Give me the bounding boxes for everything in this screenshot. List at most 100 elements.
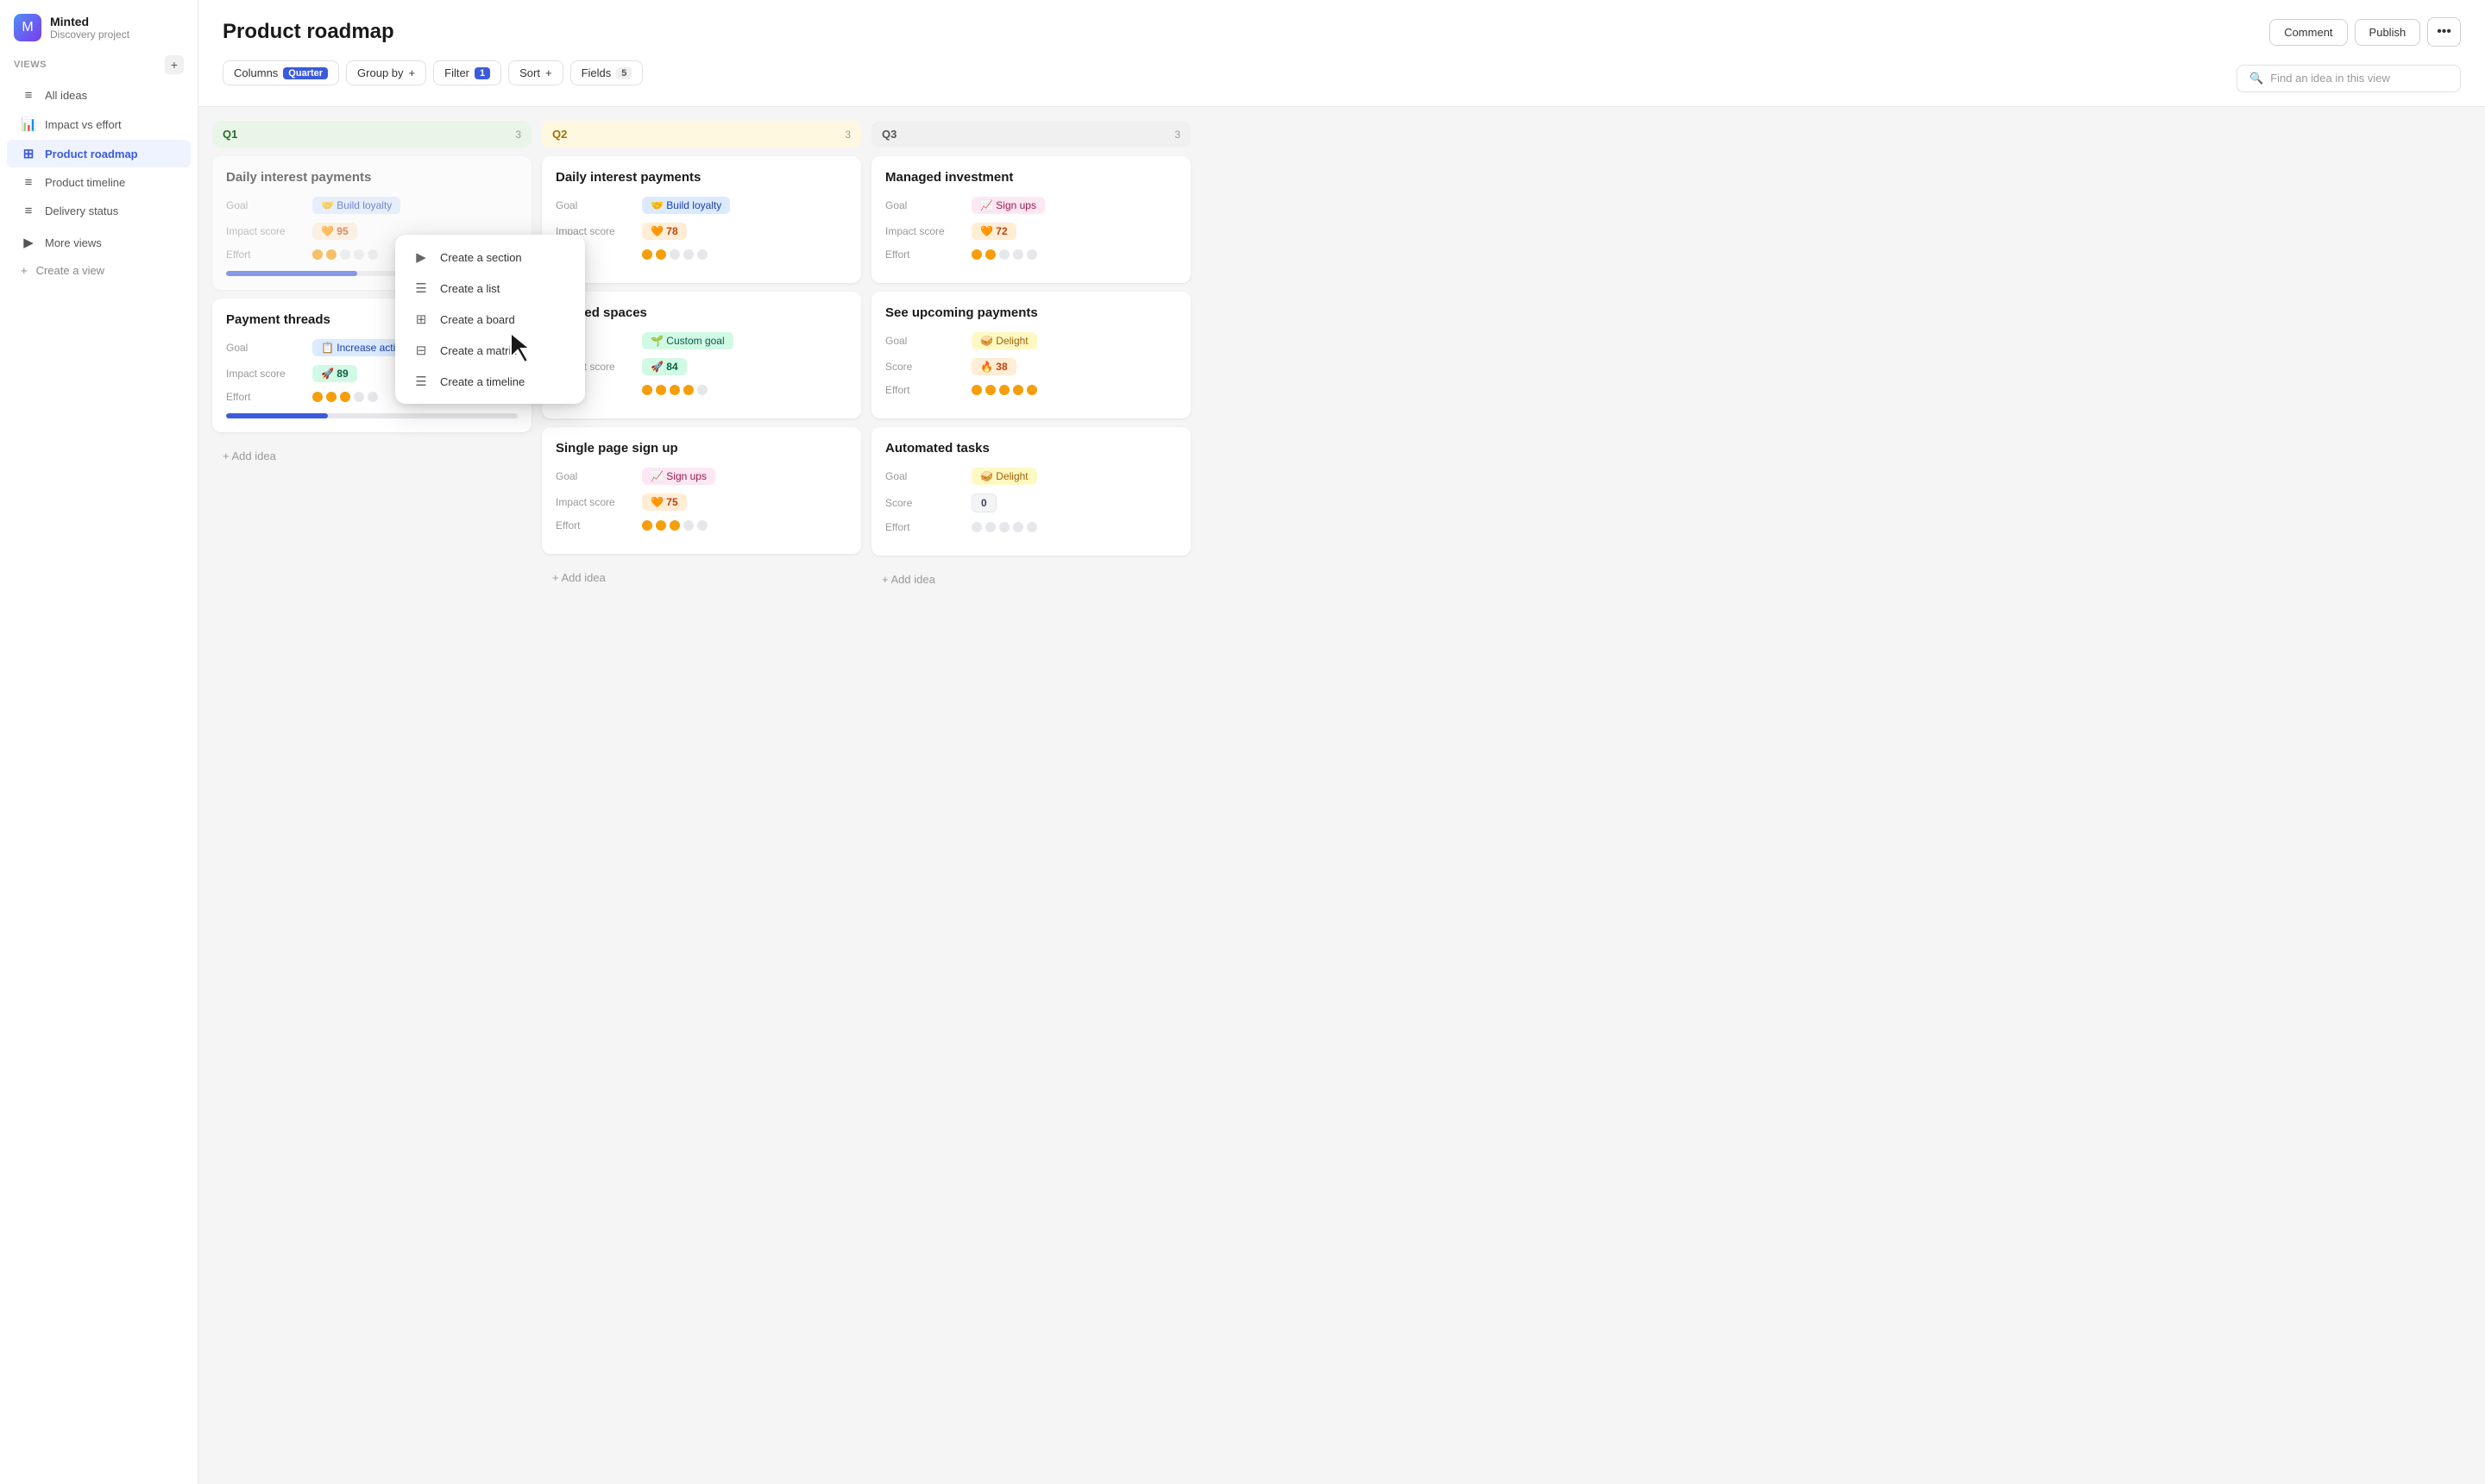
sort-button[interactable]: Sort + bbox=[508, 60, 563, 85]
add-idea-q3[interactable]: + Add idea bbox=[871, 564, 1191, 594]
sidebar-item-label: Delivery status bbox=[45, 204, 118, 217]
goal-badge: 🌱 Custom goal bbox=[642, 332, 733, 349]
effort-dots bbox=[972, 522, 1037, 532]
score-badge: 0 bbox=[972, 494, 997, 512]
filter-label: Filter bbox=[444, 66, 469, 79]
comment-button[interactable]: Comment bbox=[2269, 19, 2347, 46]
toolbar: Columns Quarter Group by + Filter 1 Sort… bbox=[223, 60, 2461, 106]
columns-button[interactable]: Columns Quarter bbox=[223, 60, 339, 85]
search-box[interactable]: 🔍 Find an idea in this view bbox=[2236, 65, 2461, 92]
sidebar-item-label: Product roadmap bbox=[45, 148, 138, 160]
dropdown-item-timeline[interactable]: ☰ Create a timeline bbox=[402, 366, 578, 397]
page-title: Product roadmap bbox=[223, 20, 394, 44]
card-field-effort: Effort bbox=[885, 248, 1177, 261]
search-icon: 🔍 bbox=[2249, 72, 2263, 85]
score-badge: 🧡 78 bbox=[642, 223, 687, 240]
card-single-page-signup[interactable]: Single page sign up Goal 📈 Sign ups Impa… bbox=[542, 427, 861, 554]
card-managed-investment[interactable]: Managed investment Goal 📈 Sign ups Impac… bbox=[871, 156, 1191, 283]
app-logo: M Minted Discovery project bbox=[0, 14, 198, 55]
dot-4 bbox=[354, 249, 364, 260]
sidebar-item-impact-vs-effort[interactable]: 📊 Impact vs effort bbox=[7, 110, 191, 138]
goal-badge: 🤝 Build loyalty bbox=[312, 197, 400, 214]
score-badge: 🚀 84 bbox=[642, 358, 687, 375]
dropdown-item-section[interactable]: ▶ Create a section bbox=[402, 242, 578, 273]
toolbar-left: Columns Quarter Group by + Filter 1 Sort… bbox=[223, 60, 2236, 96]
progress-bar bbox=[226, 413, 328, 418]
more-options-button[interactable]: ••• bbox=[2427, 17, 2461, 47]
column-q2-header: Q2 3 bbox=[542, 121, 861, 148]
sort-icon: + bbox=[545, 66, 552, 79]
plus-icon: + bbox=[21, 264, 28, 277]
effort-dots bbox=[312, 392, 378, 402]
board-icon: ⊞ bbox=[412, 311, 430, 327]
board: Q1 3 Daily interest payments Goal 🤝 Buil… bbox=[198, 107, 2485, 1484]
create-view-button[interactable]: + Create a view bbox=[7, 258, 191, 283]
column-q2: Q2 3 Daily interest payments Goal 🤝 Buil… bbox=[542, 121, 861, 1470]
column-q2-label: Q2 bbox=[552, 128, 567, 141]
card-field-effort: Effort bbox=[885, 384, 1177, 396]
fields-count: 5 bbox=[616, 67, 632, 79]
chart-icon: 📊 bbox=[21, 116, 36, 132]
card-title: Daily interest payments bbox=[556, 170, 847, 185]
card-upcoming-payments[interactable]: See upcoming payments Goal 🥪 Delight Sco… bbox=[871, 292, 1191, 418]
timeline-icon: ☰ bbox=[412, 374, 430, 389]
sidebar-item-product-timeline[interactable]: ≡ Product timeline bbox=[7, 169, 191, 196]
progress-bar-wrap bbox=[226, 413, 518, 418]
fields-label: Fields bbox=[582, 66, 612, 79]
goal-badge: 📈 Sign ups bbox=[972, 197, 1045, 214]
card-field-goal: Goal 📈 Sign ups bbox=[556, 468, 847, 485]
dropdown-item-list[interactable]: ☰ Create a list bbox=[402, 273, 578, 304]
sidebar-item-label: Impact vs effort bbox=[45, 118, 122, 131]
card-shared-spaces[interactable]: Shared spaces Goal 🌱 Custom goal Impact … bbox=[542, 292, 861, 418]
card-title: Shared spaces bbox=[556, 305, 847, 320]
effort-dots bbox=[642, 249, 708, 260]
sidebar-item-all-ideas[interactable]: ≡ All ideas bbox=[7, 82, 191, 109]
board-icon: ⊞ bbox=[21, 146, 36, 161]
card-title: Single page sign up bbox=[556, 441, 847, 456]
effort-dots bbox=[972, 249, 1037, 260]
goal-badge: 🥪 Delight bbox=[972, 332, 1037, 349]
views-section-header: Views + bbox=[0, 55, 198, 81]
add-idea-q1[interactable]: + Add idea bbox=[212, 441, 532, 471]
header-actions: Comment Publish ••• bbox=[2269, 17, 2461, 47]
sidebar-item-label: More views bbox=[45, 236, 102, 249]
sort-label: Sort bbox=[519, 66, 540, 79]
group-by-icon: + bbox=[409, 66, 416, 79]
add-view-button[interactable]: + bbox=[165, 55, 184, 74]
dot-2 bbox=[326, 249, 337, 260]
card-field-impact: Impact score 🚀 84 bbox=[556, 358, 847, 375]
card-field-effort: Effort bbox=[556, 384, 847, 396]
group-by-label: Group by bbox=[357, 66, 403, 79]
card-field-goal: Goal 📈 Sign ups bbox=[885, 197, 1177, 214]
column-q2-count: 3 bbox=[845, 129, 851, 141]
progress-bar bbox=[226, 271, 357, 276]
add-idea-q2[interactable]: + Add idea bbox=[542, 563, 861, 593]
card-field-goal: Goal 🌱 Custom goal bbox=[556, 332, 847, 349]
score-badge: 🧡 72 bbox=[972, 223, 1016, 240]
sidebar-item-more-views[interactable]: ▶ More views bbox=[7, 229, 191, 256]
card-title: Automated tasks bbox=[885, 441, 1177, 456]
score-badge: 🧡 75 bbox=[642, 494, 687, 511]
fields-button[interactable]: Fields 5 bbox=[570, 60, 644, 85]
status-icon: ≡ bbox=[21, 204, 36, 218]
dropdown-item-matrix[interactable]: ⊟ Create a matrix bbox=[402, 335, 578, 366]
card-field-goal: Goal 🤝 Build loyalty bbox=[226, 197, 518, 214]
score-badge: 🧡 95 bbox=[312, 223, 357, 240]
sidebar: M Minted Discovery project Views + ≡ All… bbox=[0, 0, 198, 1484]
effort-dots bbox=[312, 249, 378, 260]
views-label: Views bbox=[14, 60, 47, 70]
card-daily-interest[interactable]: Daily interest payments Goal 🤝 Build loy… bbox=[542, 156, 861, 283]
column-q1-label: Q1 bbox=[223, 128, 237, 141]
publish-button[interactable]: Publish bbox=[2355, 19, 2421, 46]
card-automated-tasks[interactable]: Automated tasks Goal 🥪 Delight Score 0 E… bbox=[871, 427, 1191, 556]
dropdown-item-board[interactable]: ⊞ Create a board bbox=[402, 304, 578, 335]
card-field-effort: Effort bbox=[556, 248, 847, 261]
column-q1-header: Q1 3 bbox=[212, 121, 532, 148]
score-badge: 🚀 89 bbox=[312, 365, 357, 382]
sidebar-item-product-roadmap[interactable]: ⊞ Product roadmap bbox=[7, 140, 191, 167]
card-field-goal: Goal 🥪 Delight bbox=[885, 468, 1177, 485]
sidebar-item-delivery-status[interactable]: ≡ Delivery status bbox=[7, 198, 191, 224]
filter-button[interactable]: Filter 1 bbox=[433, 60, 501, 85]
sidebar-item-label: Product timeline bbox=[45, 176, 125, 189]
group-by-button[interactable]: Group by + bbox=[346, 60, 426, 85]
